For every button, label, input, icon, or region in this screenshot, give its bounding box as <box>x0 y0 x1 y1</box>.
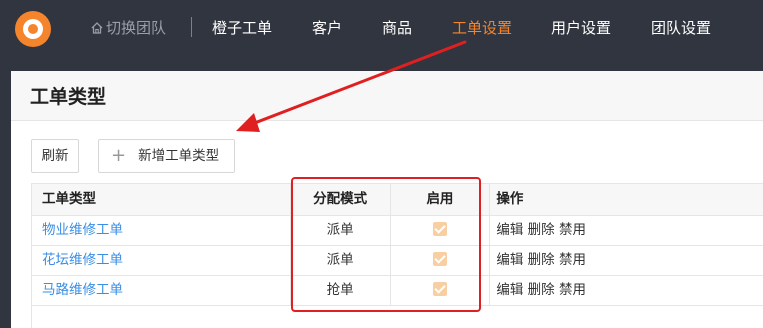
table-row: 花坛维修工单 派单 编辑 删除 禁用 <box>32 246 763 276</box>
top-nav-bar: 切换团队 橙子工单 客户 商品 工单设置 用户设置 团队设置 <box>0 0 763 57</box>
assign-mode-cell: 抢单 <box>291 276 391 305</box>
edit-link[interactable]: 编辑 <box>496 222 523 238</box>
ticket-type-link[interactable]: 物业维修工单 <box>42 222 123 238</box>
actions-cell: 编辑 删除 禁用 <box>490 246 763 275</box>
column-header-enabled[interactable]: 启用 <box>391 184 491 215</box>
table-row: 物业维修工单 派单 编辑 删除 禁用 <box>32 216 763 246</box>
ticket-type-link[interactable]: 马路维修工单 <box>42 282 123 298</box>
nav-item-products[interactable]: 商品 <box>382 18 412 38</box>
nav-item-customer[interactable]: 客户 <box>312 18 342 38</box>
ticket-type-link[interactable]: 花坛维修工单 <box>42 252 123 268</box>
app-logo[interactable] <box>15 11 51 47</box>
page-title: 工单类型 <box>30 86 107 108</box>
home-icon <box>91 22 103 34</box>
switch-team-label: 切换团队 <box>106 19 167 37</box>
table-footer <box>32 306 763 328</box>
table-row: 马路维修工单 抢单 编辑 删除 禁用 <box>32 276 763 306</box>
enabled-checkbox[interactable] <box>432 252 447 266</box>
edit-link[interactable]: 编辑 <box>496 252 523 268</box>
plus-icon: + <box>111 145 127 166</box>
add-ticket-type-button[interactable]: + 新增工单类型 <box>98 139 235 173</box>
refresh-button[interactable]: 刷新 <box>31 139 79 173</box>
switch-team-button[interactable]: 切换团队 <box>90 18 166 38</box>
assign-mode-cell: 派单 <box>291 216 391 245</box>
enabled-checkbox[interactable] <box>432 282 447 296</box>
enabled-checkbox[interactable] <box>432 222 447 236</box>
nav-item-orange-ticket[interactable]: 橙子工单 <box>212 18 272 38</box>
edit-link[interactable]: 编辑 <box>496 282 523 298</box>
assign-mode-cell: 派单 <box>291 246 391 275</box>
panel-header: 工单类型 <box>11 71 763 121</box>
delete-link[interactable]: 删除 <box>528 222 555 238</box>
column-header-actions: 操作 <box>496 191 524 207</box>
nav-item-team-settings[interactable]: 团队设置 <box>651 18 711 38</box>
ticket-type-table: 工单类型 分配模式 启用 操作 物业维修工单 派单 编辑 删除 禁用 花坛维修工… <box>31 183 763 328</box>
disable-link[interactable]: 禁用 <box>559 222 586 238</box>
table-header-row: 工单类型 分配模式 启用 操作 <box>32 184 763 216</box>
delete-link[interactable]: 删除 <box>528 252 555 268</box>
delete-link[interactable]: 删除 <box>528 282 555 298</box>
actions-cell: 编辑 删除 禁用 <box>490 216 763 245</box>
add-ticket-type-label: 新增工单类型 <box>138 148 220 164</box>
nav-item-ticket-settings[interactable]: 工单设置 <box>452 18 512 38</box>
nav-item-user-settings[interactable]: 用户设置 <box>551 18 611 38</box>
nav-divider <box>191 17 192 37</box>
ticket-type-panel: 工单类型 刷新 + 新增工单类型 工单类型 分配模式 启用 操作 物业维修工单 … <box>11 71 763 328</box>
column-header-mode[interactable]: 分配模式 <box>291 184 391 215</box>
disable-link[interactable]: 禁用 <box>559 252 586 268</box>
column-header-type[interactable]: 工单类型 <box>32 184 291 215</box>
actions-cell: 编辑 删除 禁用 <box>490 276 763 305</box>
disable-link[interactable]: 禁用 <box>559 282 586 298</box>
